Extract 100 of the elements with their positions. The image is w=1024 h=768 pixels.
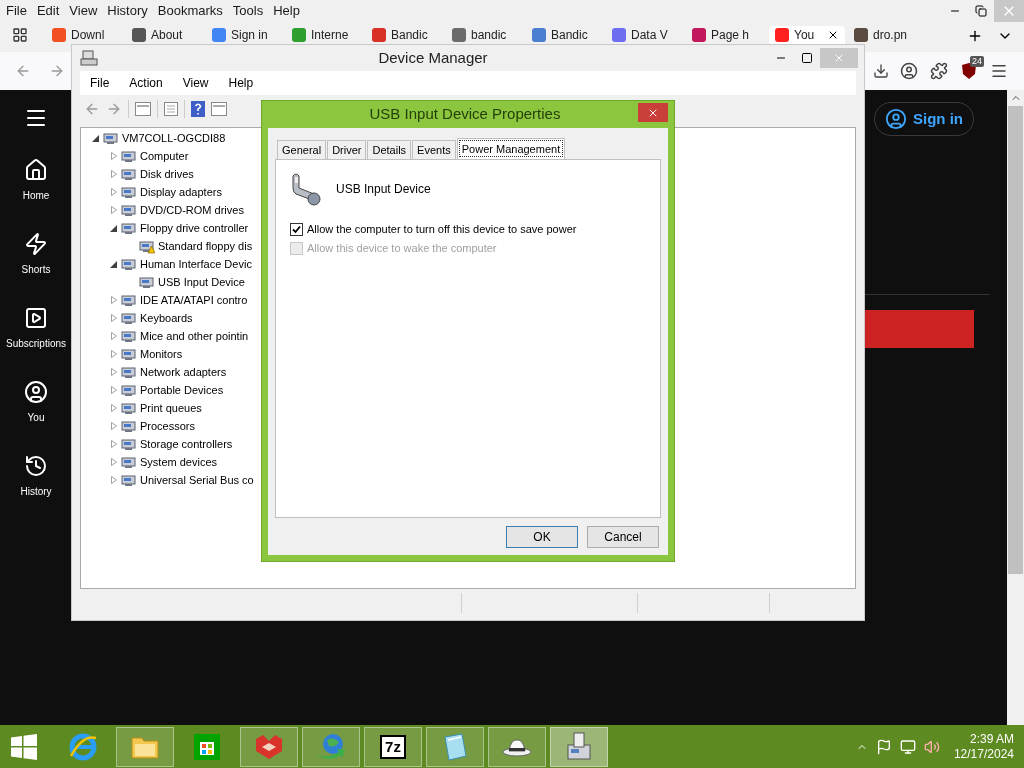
device-icon <box>121 328 137 344</box>
device-icon <box>121 400 137 416</box>
tree-item[interactable]: Portable Devices <box>140 381 224 399</box>
taskbar-app-button[interactable] <box>550 726 608 767</box>
browser-tab[interactable]: Downl <box>46 26 126 44</box>
close-tab-icon[interactable] <box>827 29 839 41</box>
flag-icon[interactable] <box>875 738 892 755</box>
tree-item[interactable]: Network adapters <box>140 363 227 381</box>
tree-item[interactable]: Print queues <box>140 399 202 417</box>
dialog-tab[interactable]: Events <box>412 140 456 159</box>
device-icon <box>121 292 137 308</box>
dialog-tab[interactable]: Driver <box>327 140 367 159</box>
menu-item[interactable]: Edit <box>36 1 60 21</box>
tree-item[interactable]: Floppy drive controller <box>140 219 249 237</box>
expander-arrow[interactable] <box>109 223 118 233</box>
taskbar-app-button[interactable]: 7z <box>364 726 422 767</box>
device-icon <box>121 418 137 434</box>
dialog-tab[interactable]: Details <box>367 140 412 159</box>
device-icon <box>121 454 137 470</box>
network-icon[interactable] <box>899 738 916 755</box>
browser-tab[interactable]: bandic <box>446 26 526 44</box>
ublock-button[interactable]: 24 <box>954 58 984 84</box>
computer-icon <box>80 50 98 66</box>
dialog-button[interactable]: OK <box>506 526 578 548</box>
list-icon[interactable] <box>164 102 178 116</box>
browser-tab[interactable]: Interne <box>286 26 366 44</box>
device-name: USB Input Device <box>336 181 431 198</box>
taskbar-app-button[interactable] <box>116 726 174 767</box>
person-icon <box>24 380 48 404</box>
clock[interactable]: 2:39 AM 12/17/2024 <box>953 731 1014 762</box>
usb-device-icon <box>290 172 322 206</box>
browser-e-icon <box>68 731 98 762</box>
tree-item[interactable]: Universal Serial Bus co <box>140 471 254 489</box>
tree-item[interactable]: System devices <box>140 453 218 471</box>
browser-tab[interactable]: Page h <box>686 26 766 44</box>
sidebar-item[interactable]: You <box>0 378 72 452</box>
tree-item[interactable]: Storage controllers <box>140 435 233 453</box>
help-icon[interactable] <box>191 101 205 117</box>
dialog-tab[interactable]: General <box>277 140 327 159</box>
tree-item[interactable]: Monitors <box>140 345 183 363</box>
menu-item[interactable]: View <box>182 74 209 92</box>
menu-item[interactable]: Tools <box>232 1 264 21</box>
menu-item[interactable]: Bookmarks <box>157 1 223 21</box>
browser-tab[interactable]: Bandic <box>526 26 606 44</box>
forward-icon[interactable] <box>106 101 122 117</box>
tree-item[interactable]: Human Interface Devic <box>140 255 252 273</box>
window-icon[interactable] <box>135 102 151 116</box>
restore-icon <box>975 5 987 17</box>
tree-item[interactable]: Processors <box>140 417 196 435</box>
browser-tab[interactable]: You <box>769 26 845 44</box>
menu-item[interactable]: Help <box>228 74 254 92</box>
tree-item[interactable]: VM7COLL-OGCDI88 <box>122 129 226 147</box>
expander-arrow[interactable] <box>109 259 118 269</box>
home-icon <box>24 158 48 182</box>
expander-arrow[interactable] <box>91 133 100 143</box>
device-icon <box>121 310 137 326</box>
tree-item[interactable]: Display adapters <box>140 183 222 201</box>
browser-tab[interactable]: Bandic <box>366 26 446 44</box>
tree-item[interactable]: Standard floppy dis <box>158 237 253 255</box>
menu-item[interactable]: Action <box>129 74 163 92</box>
menu-item[interactable]: View <box>69 1 98 21</box>
sidebar-item[interactable]: Home <box>0 156 72 230</box>
archive-logo: 7z <box>380 734 406 759</box>
forward-icon <box>49 63 65 79</box>
tree-item[interactable]: DVD/CD-ROM drives <box>140 201 244 219</box>
sidebar-item[interactable]: Shorts <box>0 230 72 304</box>
device-icon <box>121 202 137 218</box>
scrollbar[interactable] <box>1007 90 1024 725</box>
menu-item[interactable]: File <box>90 74 110 92</box>
menu-item[interactable]: File <box>6 1 27 21</box>
browser-tab[interactable]: dro.pn <box>848 26 928 44</box>
tree-item[interactable]: IDE ATA/ATAPI contro <box>140 291 248 309</box>
tree-item[interactable]: Disk drives <box>140 165 194 183</box>
sidebar-item[interactable]: History <box>0 452 72 526</box>
tree-item[interactable]: Mice and other pointin <box>140 327 249 345</box>
tree-item[interactable]: USB Input Device <box>158 273 245 291</box>
menu-item[interactable]: Help <box>273 1 300 21</box>
dialog-tab[interactable]: Power Management <box>456 138 566 159</box>
dialog-button[interactable]: Cancel <box>587 526 659 548</box>
volume-icon[interactable] <box>923 738 940 755</box>
device-manager-icon <box>564 730 594 763</box>
device-icon <box>121 148 137 164</box>
close-button[interactable] <box>638 103 668 122</box>
checkbox[interactable] <box>290 222 303 236</box>
checkbox-option[interactable]: Allow the computer to turn off this device to save power <box>290 222 646 236</box>
browser-tab[interactable]: Sign in <box>206 26 286 44</box>
window-icon[interactable] <box>211 102 227 116</box>
tree-item[interactable]: Computer <box>140 147 189 165</box>
scroll-thumb[interactable] <box>1008 106 1023 574</box>
device-icon <box>121 346 137 362</box>
tree-item[interactable]: Keyboards <box>140 309 193 327</box>
browser-tab[interactable]: About <box>126 26 206 44</box>
puzzle-icon <box>930 62 948 80</box>
taskbar-app-button[interactable] <box>488 726 546 767</box>
back-icon[interactable] <box>84 101 100 117</box>
window-title: Device Manager <box>377 47 489 68</box>
device-icon <box>121 256 137 272</box>
sidebar-item[interactable]: Subscriptions <box>0 304 72 378</box>
menu-item[interactable]: History <box>107 1 148 21</box>
browser-tab[interactable]: Data V <box>606 26 686 44</box>
